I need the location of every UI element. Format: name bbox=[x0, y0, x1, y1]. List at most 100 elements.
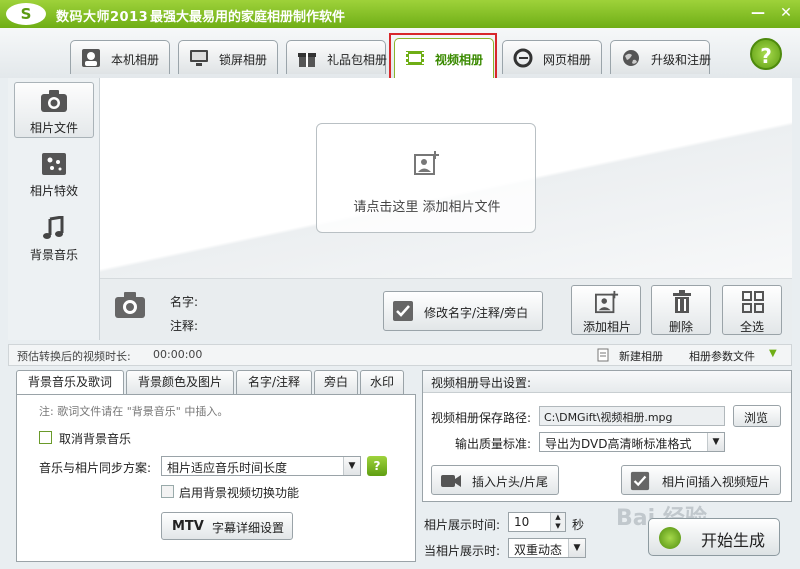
minimize-button[interactable]: — bbox=[748, 4, 768, 22]
save-path-field[interactable]: C:\DMGift\视频相册.mpg bbox=[539, 406, 725, 426]
check-edit-icon bbox=[393, 301, 413, 321]
cancel-bg-music-label: 取消背景音乐 bbox=[59, 432, 132, 446]
tab-name-note[interactable]: 名字/注释 bbox=[236, 370, 312, 394]
chevron-down-icon: ▼ bbox=[568, 539, 585, 557]
help-button[interactable]: ? bbox=[750, 38, 782, 70]
cancel-bg-music-checkbox[interactable] bbox=[39, 431, 52, 444]
film-icon bbox=[406, 51, 424, 65]
tab-upgrade-register[interactable]: 升级和注册 bbox=[610, 40, 712, 74]
tab-lockscreen-album[interactable]: 锁屏相册 bbox=[178, 40, 278, 74]
save-path-label: 视频相册保存路径: bbox=[431, 411, 532, 425]
spinner-arrows-icon[interactable]: ▲ ▼ bbox=[550, 513, 565, 531]
sync-help-button[interactable]: ? bbox=[367, 456, 387, 476]
tab-label: 锁屏相册 bbox=[219, 53, 268, 67]
close-button[interactable]: ✕ bbox=[776, 4, 796, 22]
quality-label: 输出质量标准: bbox=[455, 437, 532, 451]
select-value: 相片适应音乐时间长度 bbox=[167, 461, 288, 475]
sync-scheme-select[interactable]: 相片适应音乐时间长度 ▼ bbox=[161, 456, 361, 476]
note-label: 注释: bbox=[170, 319, 199, 333]
photo-drop-area: 请点击这里 添加相片文件 bbox=[100, 78, 792, 278]
tab-video-album[interactable]: 视频相册 bbox=[394, 38, 494, 78]
app-slogan: 最强大最易用的家庭相册制作软件 bbox=[150, 10, 346, 25]
spinner-value: 10 bbox=[514, 515, 530, 529]
transition-label: 当相片展示时: bbox=[424, 544, 501, 558]
export-settings-panel: 视频相册导出设置: 视频相册保存路径: C:\DMGift\视频相册.mpg 浏… bbox=[422, 370, 792, 502]
select-value: 导出为DVD高清晰标准格式 bbox=[545, 437, 692, 451]
tab-label: 升级和注册 bbox=[651, 53, 712, 67]
main-tab-bar: 本机相册 锁屏相册 礼品包相册 视频相册 网页相册 升级和注册 ? bbox=[0, 28, 800, 78]
status-strip: 预估转换后的视频时长: 00:00:00 新建相册 相册参数文件 ▼ bbox=[8, 344, 792, 366]
chevron-down-icon: ▼ bbox=[707, 433, 724, 451]
insert-video-clip-button[interactable]: 相片间插入视频短片 bbox=[621, 465, 781, 495]
name-label: 名字: bbox=[170, 295, 199, 309]
enable-bg-video-label: 启用背景视频切换功能 bbox=[179, 486, 300, 500]
chevron-down-icon[interactable]: ▼ bbox=[769, 348, 777, 359]
tab-gift-album[interactable]: 礼品包相册 bbox=[286, 40, 388, 74]
add-photo-icon bbox=[595, 290, 619, 314]
sync-label: 音乐与相片同步方案: bbox=[39, 461, 152, 475]
tab-local-album[interactable]: 本机相册 bbox=[70, 40, 170, 74]
app-name: 数码大师2013 bbox=[56, 10, 149, 25]
monitor-icon bbox=[190, 50, 208, 66]
quality-select[interactable]: 导出为DVD高清晰标准格式 ▼ bbox=[539, 432, 725, 452]
ie-icon bbox=[513, 48, 533, 68]
button-label: 开始生成 bbox=[701, 531, 766, 550]
grid-icon bbox=[742, 291, 764, 313]
select-value: 双重动态 bbox=[514, 543, 563, 557]
button-label: 全选 bbox=[740, 320, 765, 334]
sidebar-item-label: 相片特效 bbox=[29, 184, 78, 198]
sidebar-item-label: 背景音乐 bbox=[29, 248, 78, 262]
button-label: 修改名字/注释/旁白 bbox=[424, 306, 529, 320]
new-file-icon bbox=[597, 348, 609, 362]
export-settings-title: 视频相册导出设置: bbox=[423, 371, 791, 393]
button-label: 浏览 bbox=[744, 411, 769, 425]
sidebar-item-photo-effects[interactable]: 相片特效 bbox=[14, 146, 94, 202]
tab-web-album[interactable]: 网页相册 bbox=[502, 40, 602, 74]
globe-icon bbox=[623, 50, 639, 66]
sidebar-item-bg-music[interactable]: 背景音乐 bbox=[14, 210, 94, 266]
new-album-link[interactable]: 新建相册 bbox=[619, 348, 663, 364]
sidebar-item-photo-files[interactable]: 相片文件 bbox=[14, 82, 94, 138]
sidebar: 相片文件 相片特效 背景音乐 bbox=[8, 78, 100, 340]
button-label: 字幕详细设置 bbox=[212, 521, 285, 535]
start-generate-button[interactable]: 开始生成 bbox=[648, 518, 780, 556]
display-time-spinner[interactable]: 10 ▲ ▼ bbox=[508, 512, 566, 532]
display-time-label: 相片展示时间: bbox=[424, 518, 501, 532]
insert-head-tail-button[interactable]: 插入片头/片尾 bbox=[431, 465, 559, 495]
tab-bg-music-lyrics[interactable]: 背景音乐及歌词 bbox=[16, 370, 124, 395]
enable-bg-video-checkbox[interactable] bbox=[161, 485, 174, 498]
seconds-unit: 秒 bbox=[572, 518, 585, 532]
mtv-badge: MTV bbox=[172, 519, 204, 534]
title-bar: S 数码大师2013 最强大最易用的家庭相册制作软件 — ✕ bbox=[0, 0, 800, 28]
tab-watermark[interactable]: 水印 bbox=[360, 370, 404, 394]
tab-bg-color-image[interactable]: 背景颜色及图片 bbox=[126, 370, 234, 394]
duration-value: 00:00:00 bbox=[153, 348, 203, 361]
drop-hint-text: 请点击这里 添加相片文件 bbox=[353, 200, 501, 215]
music-note-icon bbox=[43, 216, 64, 239]
add-photo-drop-zone[interactable]: 请点击这里 添加相片文件 bbox=[316, 123, 536, 233]
bg-music-panel: 注: 歌词文件请在 "背景音乐" 中插入。 取消背景音乐 音乐与相片同步方案: … bbox=[16, 394, 416, 562]
add-photo-icon bbox=[414, 151, 439, 175]
tab-label: 礼品包相册 bbox=[327, 53, 388, 67]
trash-icon bbox=[673, 290, 691, 313]
edit-name-note-narration-button[interactable]: 修改名字/注释/旁白 bbox=[383, 291, 543, 331]
mtv-subtitle-settings-button[interactable]: MTV 字幕详细设置 bbox=[161, 512, 293, 540]
tab-narration[interactable]: 旁白 bbox=[314, 370, 358, 394]
select-all-button[interactable]: 全选 bbox=[722, 285, 782, 335]
video-camera-icon bbox=[441, 475, 461, 487]
camera-icon bbox=[115, 292, 145, 318]
check-edit-icon bbox=[630, 471, 650, 491]
button-label: 添加相片 bbox=[583, 320, 632, 334]
button-label: 删除 bbox=[669, 320, 694, 334]
delete-button[interactable]: 删除 bbox=[651, 285, 711, 335]
lower-settings-panel: 背景音乐及歌词 背景颜色及图片 名字/注释 旁白 水印 注: 歌词文件请在 "背… bbox=[16, 370, 416, 562]
transition-select[interactable]: 双重动态 ▼ bbox=[508, 538, 586, 558]
play-icon bbox=[659, 527, 681, 549]
chevron-down-icon: ▼ bbox=[343, 457, 360, 475]
album-params-link[interactable]: 相册参数文件 bbox=[689, 348, 755, 364]
add-photo-button[interactable]: 添加相片 bbox=[571, 285, 641, 335]
browse-button[interactable]: 浏览 bbox=[733, 405, 781, 427]
tab-label: 视频相册 bbox=[435, 53, 484, 67]
lyrics-note: 注: 歌词文件请在 "背景音乐" 中插入。 bbox=[39, 405, 229, 418]
app-logo-icon: S bbox=[6, 3, 46, 25]
